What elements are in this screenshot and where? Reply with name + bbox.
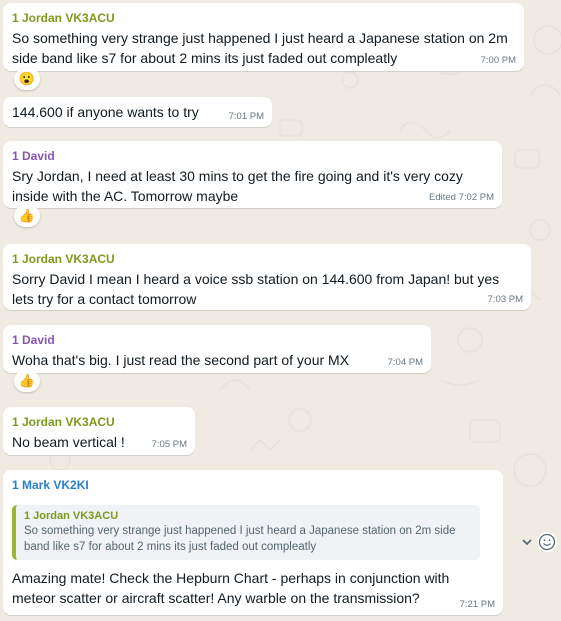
- message-bubble[interactable]: 1 David Sry Jordan, I need at least 30 m…: [3, 141, 502, 208]
- chevron-down-icon[interactable]: [519, 532, 535, 552]
- message-text: Amazing mate! Check the Hepburn Chart - …: [12, 570, 450, 606]
- reaction-emoji: 👍: [18, 373, 36, 388]
- reaction-badge[interactable]: 👍: [14, 370, 40, 392]
- message-time: 7:05 PM: [151, 439, 187, 450]
- reaction-emoji: 😮: [18, 71, 36, 86]
- reaction-emoji: 👍: [18, 208, 36, 223]
- message-text: Sry Jordan, I need at least 30 mins to g…: [12, 168, 463, 204]
- quoted-text: So something very strange just happened …: [24, 525, 456, 553]
- message-list[interactable]: 1 Jordan VK3ACU So something very strang…: [0, 0, 561, 621]
- sender-name[interactable]: 1 David: [12, 332, 423, 348]
- message-bubble[interactable]: 1 Mark VK2KI 1 Jordan VK3ACU So somethin…: [3, 470, 503, 615]
- sender-name[interactable]: 1 David: [12, 148, 494, 164]
- reaction-badge[interactable]: 😮: [14, 68, 40, 90]
- sender-name[interactable]: 1 Mark VK2KI: [12, 477, 495, 493]
- message-text: 144.600 if anyone wants to try: [12, 104, 199, 120]
- message-time: 7:01 PM: [228, 111, 264, 122]
- message-text: Woha that's big. I just read the second …: [12, 352, 350, 368]
- message-bubble[interactable]: 144.600 if anyone wants to try 7:01 PM: [3, 97, 272, 127]
- message-bubble[interactable]: 1 Jordan VK3ACU No beam vertical ! 7:05 …: [3, 407, 195, 455]
- sender-name[interactable]: 1 Jordan VK3ACU: [12, 10, 516, 26]
- quoted-sender: 1 Jordan VK3ACU: [24, 510, 119, 522]
- sender-name[interactable]: 1 Jordan VK3ACU: [12, 251, 523, 267]
- message-time: 7:00 PM: [480, 55, 516, 66]
- message-time: 7:04 PM: [387, 357, 423, 368]
- message-time: 7:21 PM: [459, 599, 495, 610]
- sender-name[interactable]: 1 Jordan VK3ACU: [12, 414, 187, 430]
- message-bubble[interactable]: 1 Jordan VK3ACU Sorry David I mean I hea…: [3, 244, 531, 310]
- quoted-message[interactable]: 1 Jordan VK3ACU So something very strang…: [12, 505, 480, 560]
- message-actions: [519, 532, 557, 552]
- reaction-badge[interactable]: 👍: [14, 205, 40, 227]
- message-text: So something very strange just happened …: [12, 30, 508, 66]
- message-text: Sorry David I mean I heard a voice ssb s…: [12, 271, 500, 307]
- message-bubble[interactable]: 1 Jordan VK3ACU So something very strang…: [3, 3, 524, 71]
- message-bubble[interactable]: 1 David Woha that's big. I just read the…: [3, 325, 431, 373]
- emoji-icon[interactable]: [537, 532, 557, 552]
- message-time: 7:03 PM: [487, 294, 523, 305]
- message-time: Edited 7:02 PM: [429, 192, 494, 203]
